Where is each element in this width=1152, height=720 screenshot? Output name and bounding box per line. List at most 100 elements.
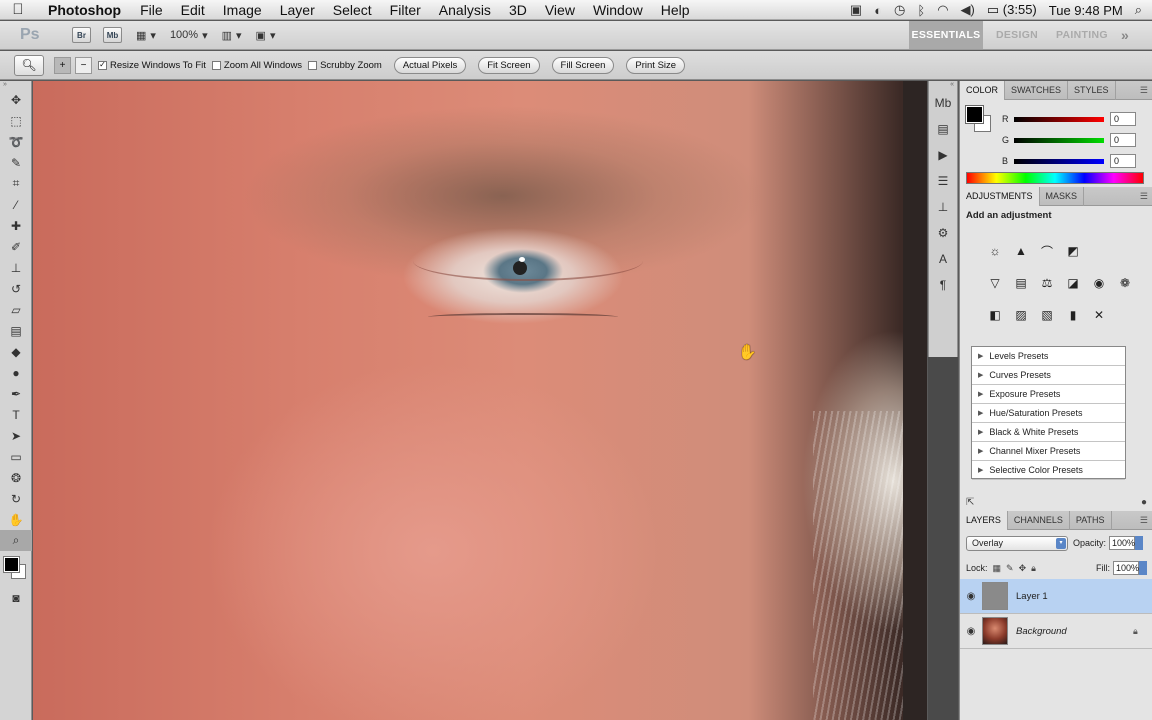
shape-tool-icon[interactable]: ▭ — [0, 446, 32, 467]
view-extras-dropdown[interactable]: ▦ ▾ — [136, 29, 156, 42]
selective-color-icon[interactable]: ✕ — [1090, 306, 1108, 324]
clip-icon[interactable]: ● — [1141, 497, 1147, 508]
visibility-eye-icon[interactable]: ◉ — [960, 626, 982, 637]
history-brush-tool-icon[interactable]: ↺ — [0, 278, 32, 299]
document-canvas[interactable]: ✋ — [33, 81, 927, 720]
quick-mask-icon[interactable]: ◙ — [0, 587, 32, 608]
workspace-design[interactable]: DESIGN — [996, 21, 1038, 49]
screen-mode-dropdown[interactable]: ▣ ▾ — [256, 29, 276, 42]
tab-channels[interactable]: CHANNELS — [1008, 510, 1070, 530]
display-icon[interactable]: ◐ — [874, 3, 882, 18]
red-slider[interactable] — [1014, 116, 1104, 122]
lock-transparency-icon[interactable]: ▦ — [993, 563, 1002, 574]
type-tool-icon[interactable]: T — [0, 404, 32, 425]
menu-3d[interactable]: 3D — [500, 2, 536, 18]
hue-saturation-icon[interactable]: ▤ — [1012, 274, 1030, 292]
color-fg-swatch[interactable] — [965, 105, 984, 124]
crop-tool-icon[interactable]: ⌗ — [0, 173, 32, 194]
menu-file[interactable]: File — [131, 2, 172, 18]
battery-status[interactable]: ▭ (3:55) — [987, 2, 1037, 18]
menu-image[interactable]: Image — [214, 2, 271, 18]
eyedropper-tool-icon[interactable]: ⁄ — [0, 194, 32, 215]
red-value-input[interactable]: 0 — [1110, 112, 1136, 126]
zoom-tool-icon[interactable]: ⌕ — [0, 530, 32, 551]
brightness-contrast-icon[interactable]: ☼ — [986, 242, 1004, 260]
print-size-button[interactable]: Print Size — [626, 56, 686, 74]
blue-slider[interactable] — [1014, 158, 1104, 164]
preset-exposure[interactable]: ▶ Exposure Presets — [972, 385, 1125, 404]
character-panel-icon[interactable]: A — [929, 246, 957, 272]
menu-select[interactable]: Select — [324, 2, 381, 18]
time-machine-icon[interactable]: ◷ — [894, 2, 905, 18]
preset-channel-mixer[interactable]: ▶ Channel Mixer Presets — [972, 442, 1125, 461]
tab-swatches[interactable]: SWATCHES — [1005, 80, 1069, 100]
gradient-tool-icon[interactable]: ▤ — [0, 320, 32, 341]
preset-curves[interactable]: ▶ Curves Presets — [972, 366, 1125, 385]
hand-tool-icon[interactable]: ✋ — [0, 509, 32, 530]
dodge-tool-icon[interactable]: ● — [0, 362, 32, 383]
3d-orbit-tool-icon[interactable]: ↻ — [0, 488, 32, 509]
panel-menu-icon[interactable]: ☰ — [1140, 85, 1148, 96]
arrange-documents-dropdown[interactable]: ▥ ▾ — [222, 29, 242, 42]
move-tool-icon[interactable]: ✥ — [0, 89, 32, 110]
scrubby-zoom-checkbox[interactable]: Scrubby Zoom — [308, 60, 382, 71]
channel-mixer-icon[interactable]: ❁ — [1116, 274, 1134, 292]
paragraph-panel-icon[interactable]: ¶ — [929, 272, 957, 298]
screen-record-icon[interactable]: ▣ — [850, 2, 862, 18]
panel-collapse-icon[interactable]: » — [0, 81, 31, 89]
vibrance-icon[interactable]: ▽ — [986, 274, 1004, 292]
curves-icon[interactable]: ⌒ — [1038, 242, 1056, 260]
photo-filter-icon[interactable]: ◉ — [1090, 274, 1108, 292]
visibility-eye-icon[interactable]: ◉ — [960, 591, 982, 602]
quick-selection-tool-icon[interactable]: ✎ — [0, 152, 32, 173]
menu-view[interactable]: View — [536, 2, 584, 18]
tool-presets-panel-icon[interactable]: ⚙ — [929, 220, 957, 246]
tab-masks[interactable]: MASKS — [1040, 186, 1085, 206]
tab-color[interactable]: COLOR — [960, 80, 1006, 100]
actions-panel-icon[interactable]: ▶ — [929, 142, 957, 168]
lock-all-icon[interactable]: 🔒︎ — [1031, 563, 1036, 574]
mini-bridge-panel-icon[interactable]: Mb — [929, 90, 957, 116]
preset-selective-color[interactable]: ▶ Selective Color Presets — [972, 461, 1125, 480]
zoom-out-mode-button[interactable]: − — [75, 56, 92, 74]
green-value-input[interactable]: 0 — [1110, 133, 1136, 147]
more-workspaces-button[interactable]: » — [1121, 21, 1129, 49]
preset-levels[interactable]: ▶ Levels Presets — [972, 347, 1125, 366]
bluetooth-icon[interactable]: ᛒ — [917, 3, 925, 18]
eraser-tool-icon[interactable]: ▱ — [0, 299, 32, 320]
tab-paths[interactable]: PATHS — [1070, 510, 1112, 530]
fill-screen-button[interactable]: Fill Screen — [551, 56, 615, 74]
color-spectrum-ramp[interactable] — [966, 172, 1144, 184]
menu-layer[interactable]: Layer — [271, 2, 324, 18]
zoom-all-windows-checkbox[interactable]: Zoom All Windows — [211, 60, 302, 71]
threshold-icon[interactable]: ▧ — [1038, 306, 1056, 324]
blur-tool-icon[interactable]: ◆ — [0, 341, 32, 362]
tab-adjustments[interactable]: ADJUSTMENTS — [960, 186, 1040, 206]
launch-bridge-button[interactable]: Br — [72, 27, 91, 43]
dock-expand-icon[interactable]: « — [929, 81, 957, 90]
invert-icon[interactable]: ◧ — [986, 306, 1004, 324]
apple-icon[interactable]:  — [0, 1, 36, 18]
lock-pixels-icon[interactable]: ✎ — [1006, 563, 1014, 574]
healing-brush-tool-icon[interactable]: ✚ — [0, 215, 32, 236]
menu-app-name[interactable]: Photoshop — [36, 2, 131, 18]
clone-stamp-tool-icon[interactable]: ⊥ — [0, 257, 32, 278]
menu-help[interactable]: Help — [652, 2, 699, 18]
actual-pixels-button[interactable]: Actual Pixels — [393, 56, 467, 74]
opacity-slider-toggle[interactable] — [1135, 536, 1144, 550]
blue-value-input[interactable]: 0 — [1110, 154, 1136, 168]
panel-menu-icon[interactable]: ☰ — [1140, 191, 1148, 202]
green-slider[interactable] — [1014, 137, 1104, 143]
preset-hue-saturation[interactable]: ▶ Hue/Saturation Presets — [972, 404, 1125, 423]
opacity-input[interactable]: 100% — [1109, 536, 1135, 550]
gradient-map-icon[interactable]: ▮ — [1064, 306, 1082, 324]
levels-icon[interactable]: ▲ — [1012, 242, 1030, 260]
posterize-icon[interactable]: ▨ — [1012, 306, 1030, 324]
wifi-icon[interactable]: ◠ — [937, 2, 948, 18]
menu-analysis[interactable]: Analysis — [430, 2, 500, 18]
lasso-tool-icon[interactable]: ➰ — [0, 131, 32, 152]
resize-windows-checkbox[interactable]: ✓ Resize Windows To Fit — [98, 60, 206, 71]
layer-row-layer-1[interactable]: ◉ Layer 1 — [960, 579, 1152, 614]
marquee-tool-icon[interactable]: ⬚ — [0, 110, 32, 131]
zoom-in-mode-button[interactable]: + — [54, 56, 71, 74]
